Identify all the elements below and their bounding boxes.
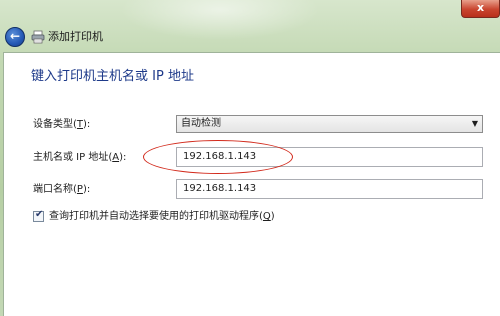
back-button[interactable]: ← — [5, 27, 25, 47]
port-input[interactable]: 192.168.1.143 — [176, 179, 483, 199]
chevron-down-icon: ▼ — [471, 119, 478, 128]
query-driver-checkbox[interactable]: ✔ — [33, 209, 44, 222]
highlight-annotation — [143, 140, 293, 174]
query-driver-label[interactable]: 查询打印机并自动选择要使用的打印机驱动程序(Q) — [49, 210, 275, 224]
window-title: 添加打印机 — [48, 30, 103, 43]
glass-highlight — [120, 0, 320, 40]
device-type-select[interactable]: 自动检测 ▼ — [176, 115, 483, 133]
hostname-label: 主机名或 IP 地址(A): — [33, 152, 127, 163]
printer-icon — [31, 30, 45, 44]
device-type-label: 设备类型(T): — [33, 119, 91, 130]
device-type-value: 自动检测 — [181, 118, 221, 129]
port-value: 192.168.1.143 — [183, 183, 257, 194]
close-button[interactable]: x — [461, 0, 500, 18]
port-label: 端口名称(P): — [33, 184, 91, 195]
page-heading: 键入打印机主机名或 IP 地址 — [31, 69, 194, 84]
checkmark-icon: ✔ — [35, 209, 44, 220]
back-arrow-icon: ← — [9, 29, 21, 43]
close-icon: x — [476, 1, 485, 14]
